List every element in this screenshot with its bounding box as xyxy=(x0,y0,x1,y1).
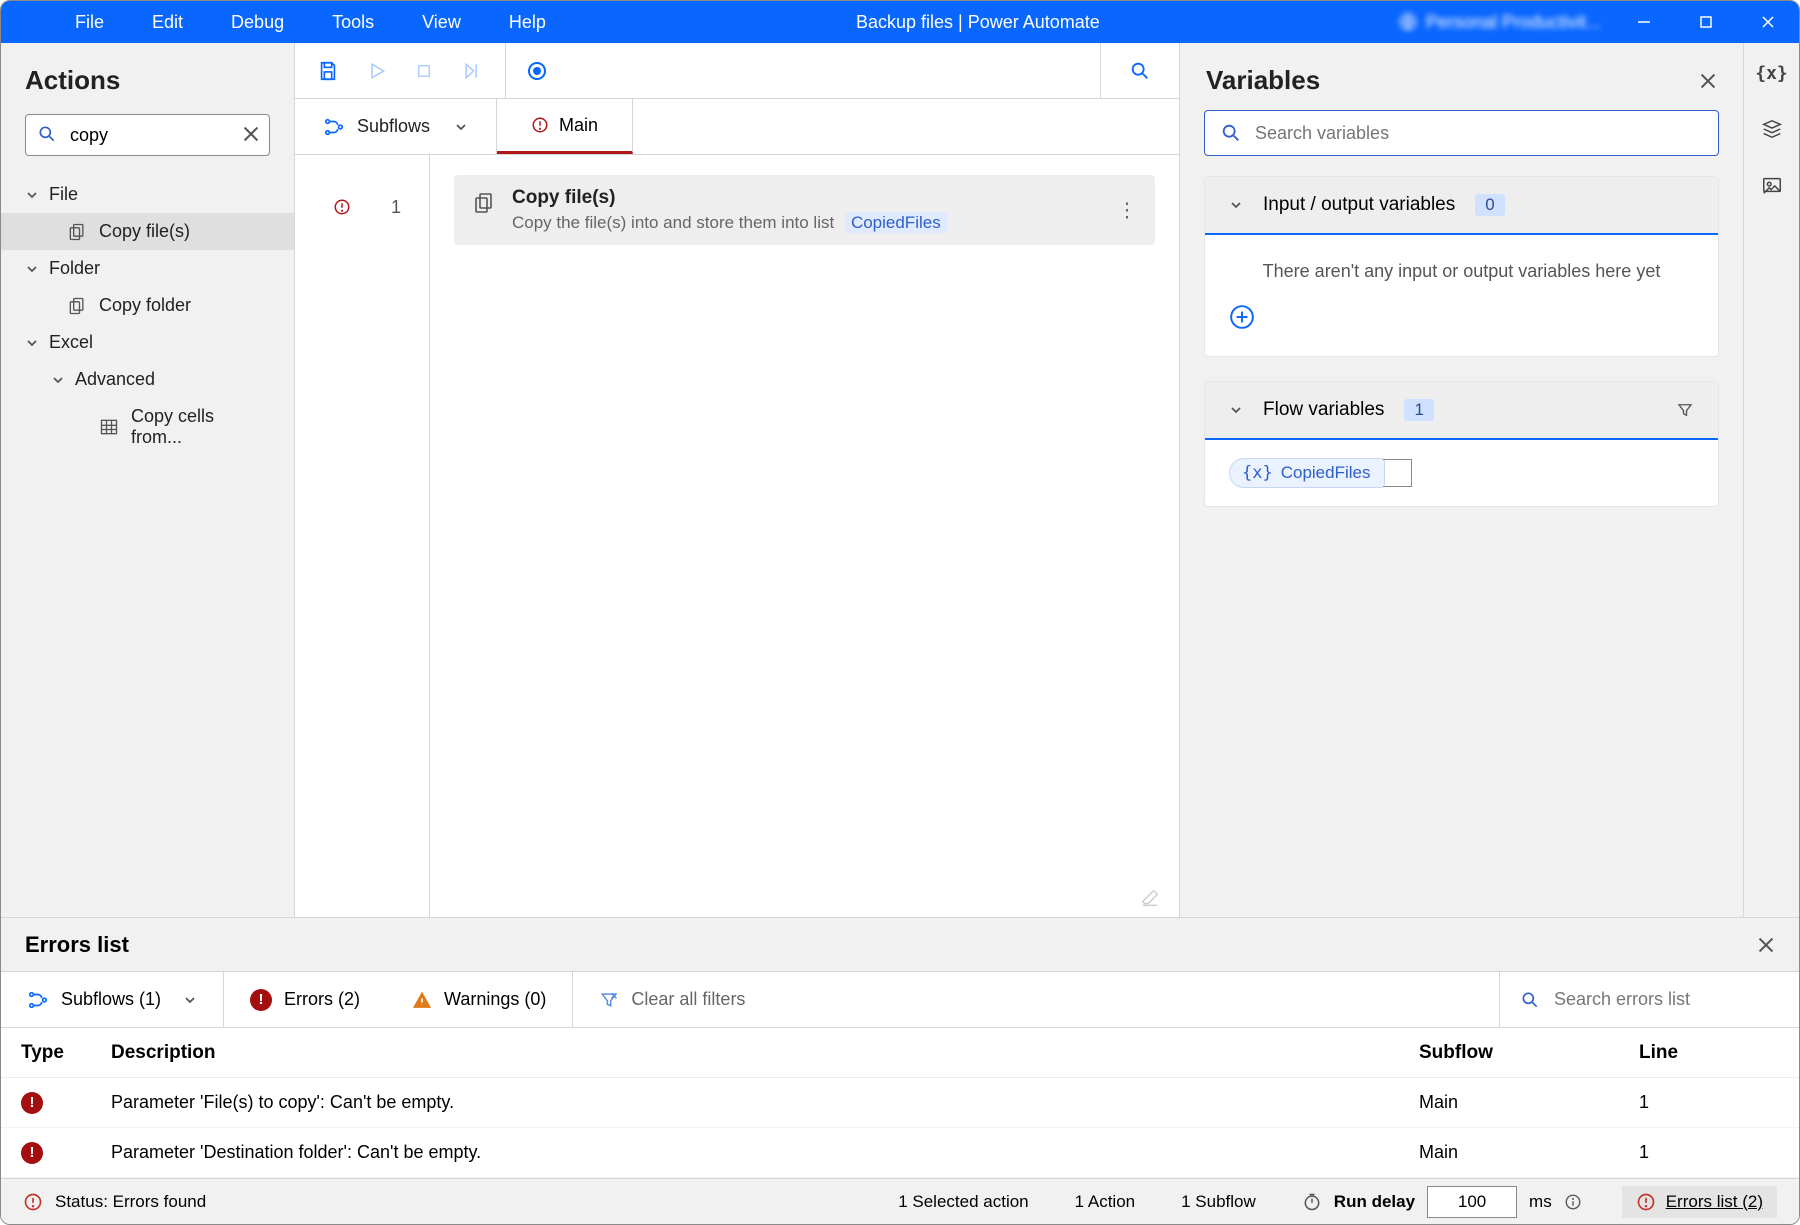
add-io-variable-button[interactable] xyxy=(1229,304,1694,330)
action-copy-folder[interactable]: Copy folder xyxy=(1,287,294,324)
title-bar: File Edit Debug Tools View Help Backup f… xyxy=(1,1,1799,43)
close-variables-icon[interactable] xyxy=(1699,72,1717,90)
images-rail-icon[interactable] xyxy=(1761,174,1783,196)
error-icon: ! xyxy=(250,989,272,1011)
error-icon: ! xyxy=(21,1142,43,1164)
menu-tools[interactable]: Tools xyxy=(308,1,398,43)
step-description: Copy the file(s) into and store them int… xyxy=(512,213,947,233)
filter-icon[interactable] xyxy=(1676,401,1694,419)
info-icon[interactable] xyxy=(1564,1193,1582,1211)
error-icon xyxy=(531,116,549,134)
warnings-count-filter[interactable]: Warnings (0) xyxy=(386,972,572,1027)
flow-variable-chip[interactable]: {x} CopiedFiles xyxy=(1229,458,1385,488)
search-icon xyxy=(37,124,57,144)
variables-rail-icon[interactable]: {x} xyxy=(1755,63,1788,84)
run-delay-input[interactable] xyxy=(1427,1186,1517,1218)
line-number: 1 xyxy=(391,197,401,218)
errors-search-input[interactable]: Search errors list xyxy=(1499,972,1799,1027)
errors-table-header: Type Description Subflow Line xyxy=(1,1028,1799,1078)
window-close-button[interactable] xyxy=(1737,1,1799,43)
status-bar: Status: Errors found 1 Selected action 1… xyxy=(1,1178,1799,1224)
error-icon: ! xyxy=(21,1092,43,1114)
right-rail: {x} xyxy=(1743,43,1799,917)
excel-icon xyxy=(99,417,119,437)
menu-view[interactable]: View xyxy=(398,1,485,43)
variables-search-input[interactable] xyxy=(1204,110,1719,156)
action-copy-files[interactable]: Copy file(s) xyxy=(1,213,294,250)
stop-button[interactable] xyxy=(415,62,433,80)
io-variables-section: Input / output variables 0 There aren't … xyxy=(1204,176,1719,357)
io-variables-header[interactable]: Input / output variables 0 xyxy=(1205,177,1718,235)
ui-elements-rail-icon[interactable] xyxy=(1761,118,1783,140)
clear-filters-button[interactable]: Clear all filters xyxy=(572,972,771,1027)
io-empty-text: There aren't any input or output variabl… xyxy=(1229,261,1694,282)
actions-search-input[interactable] xyxy=(25,114,270,156)
tab-bar: Subflows Main xyxy=(295,99,1179,155)
variable-chip[interactable]: CopiedFiles xyxy=(845,212,947,233)
actions-heading: Actions xyxy=(1,43,294,114)
menu-help[interactable]: Help xyxy=(485,1,570,43)
flow-variables-header[interactable]: Flow variables 1 xyxy=(1205,382,1718,440)
window-minimize-button[interactable] xyxy=(1613,1,1675,43)
error-icon xyxy=(333,198,351,216)
action-copy-cells-from[interactable]: Copy cells from... xyxy=(1,398,294,456)
status-subflows: 1 Subflow xyxy=(1181,1192,1256,1212)
variables-heading: Variables xyxy=(1206,65,1699,96)
subflows-dropdown[interactable]: Subflows xyxy=(295,99,497,154)
actions-group-file[interactable]: File xyxy=(1,176,294,213)
actions-group-excel[interactable]: Excel xyxy=(1,324,294,361)
actions-group-folder[interactable]: Folder xyxy=(1,250,294,287)
flow-canvas[interactable]: Copy file(s) Copy the file(s) into and s… xyxy=(430,155,1179,917)
errors-count-filter[interactable]: ! Errors (2) xyxy=(224,972,386,1027)
menu-edit[interactable]: Edit xyxy=(128,1,207,43)
environment-picker[interactable]: Personal Productivit... xyxy=(1386,12,1613,33)
line-gutter: 1 xyxy=(295,155,430,917)
main-menu: File Edit Debug Tools View Help xyxy=(1,1,570,43)
menu-file[interactable]: File xyxy=(51,1,128,43)
search-icon xyxy=(1220,122,1242,144)
errors-panel: Errors list Subflows (1) ! Errors (2) Wa… xyxy=(1,917,1799,1178)
error-row[interactable]: ! Parameter 'Destination folder': Can't … xyxy=(1,1128,1799,1178)
tab-main[interactable]: Main xyxy=(497,99,633,154)
recorder-button[interactable] xyxy=(528,62,546,80)
window-title: Backup files | Power Automate xyxy=(570,12,1386,33)
close-errors-icon[interactable] xyxy=(1757,936,1775,954)
status-selected: 1 Selected action xyxy=(898,1192,1028,1212)
menu-debug[interactable]: Debug xyxy=(207,1,308,43)
save-button[interactable] xyxy=(317,60,339,82)
flow-variables-section: Flow variables 1 {x} CopiedFiles xyxy=(1204,381,1719,507)
status-actions: 1 Action xyxy=(1075,1192,1136,1212)
actions-group-excel-advanced[interactable]: Advanced xyxy=(1,361,294,398)
variables-panel: Variables Input / output variables 0 xyxy=(1179,43,1743,917)
errors-list-link[interactable]: Errors list (2) xyxy=(1622,1186,1777,1218)
step-title: Copy file(s) xyxy=(512,187,947,209)
copy-icon xyxy=(67,296,87,316)
errors-heading: Errors list xyxy=(25,932,1757,958)
actions-panel: Actions File Copy file(s) xyxy=(1,43,295,917)
clear-search-icon[interactable] xyxy=(242,125,260,143)
run-button[interactable] xyxy=(367,61,387,81)
run-delay-label: Run delay xyxy=(1334,1192,1415,1212)
designer-area: Subflows Main 1 xyxy=(295,43,1179,917)
designer-toolbar xyxy=(295,43,1179,99)
window-maximize-button[interactable] xyxy=(1675,1,1737,43)
copy-icon xyxy=(67,222,87,242)
copy-icon xyxy=(472,191,496,233)
run-next-button[interactable] xyxy=(461,61,483,81)
flow-step-copy-files[interactable]: Copy file(s) Copy the file(s) into and s… xyxy=(454,175,1155,245)
errors-subflows-filter[interactable]: Subflows (1) xyxy=(1,972,224,1027)
designer-search-button[interactable] xyxy=(1100,43,1179,98)
more-options-icon[interactable]: ⋮ xyxy=(1117,198,1137,223)
status-text: Status: Errors found xyxy=(55,1192,206,1212)
eraser-icon[interactable] xyxy=(1139,887,1161,909)
error-row[interactable]: ! Parameter 'File(s) to copy': Can't be … xyxy=(1,1078,1799,1128)
